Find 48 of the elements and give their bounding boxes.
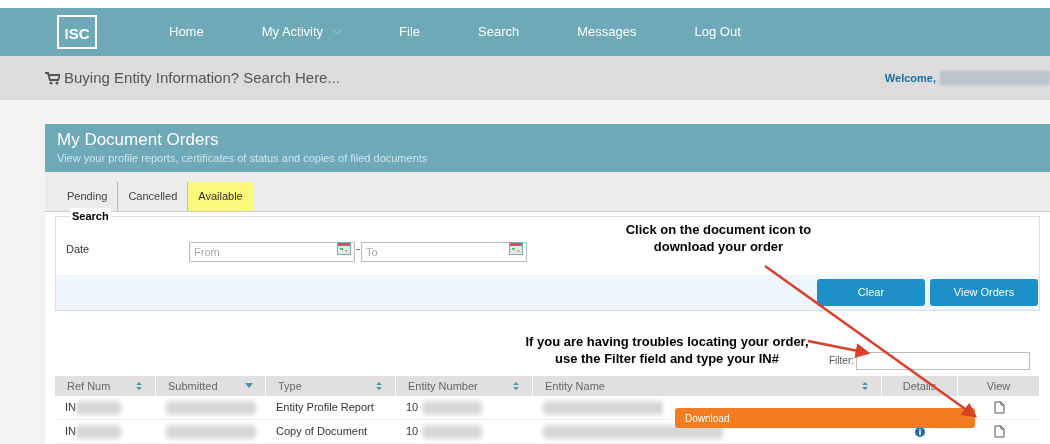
table-cell-text: IN (65, 400, 76, 416)
logo[interactable]: ISC (57, 15, 97, 49)
cart-icon (45, 71, 60, 85)
panel-title: My Document Orders (57, 129, 220, 150)
column-header[interactable]: Type (266, 376, 396, 396)
sort-icon[interactable] (861, 381, 869, 391)
panel-subtitle: View your profile reports, certificates of status and copies of filed documents (57, 151, 429, 166)
tooltip: Download (675, 408, 975, 428)
column-header[interactable]: Entity Name (533, 376, 882, 396)
callout-text: Click on the document icon to download your order (624, 221, 813, 255)
nav-link[interactable]: Search (478, 22, 520, 42)
document-icon[interactable] (993, 425, 1005, 438)
date-label: Date (66, 241, 91, 257)
column-header[interactable]: Submitted (156, 376, 266, 396)
nav-link[interactable]: File (399, 22, 421, 42)
nav-link[interactable]: Home (169, 22, 204, 42)
sort-icon[interactable] (375, 381, 383, 391)
table-cell: Copy of Document (276, 425, 368, 438)
action-button[interactable]: Clear (817, 279, 925, 306)
nav-link[interactable]: Log Out (694, 22, 741, 42)
table-cell: Entity Profile Report (276, 401, 374, 414)
column-header[interactable]: View (958, 376, 1040, 396)
welcome-text: Welcome, (884, 70, 936, 86)
from-date-field[interactable]: From (189, 242, 355, 262)
table-cell-text: 10 (406, 424, 419, 440)
caret-icon[interactable] (245, 383, 253, 389)
calendar-icon[interactable] (337, 242, 351, 255)
entity-search-link[interactable]: Buying Entity Information? Search Here... (64, 66, 340, 90)
column-header[interactable]: Entity Number (396, 376, 533, 396)
action-button[interactable]: View Orders (930, 279, 1038, 306)
redacted-block (422, 424, 483, 439)
table-cell-text: 10 (406, 400, 419, 416)
nav-link[interactable]: My Activity (261, 22, 342, 42)
to-date-field[interactable]: To (361, 242, 527, 262)
tab[interactable]: Available (188, 182, 253, 211)
table-cell-text: IN (65, 424, 76, 440)
redacted-block (76, 424, 121, 439)
document-icon[interactable] (993, 401, 1005, 414)
filter-label: Filter: (829, 354, 854, 368)
filter-field[interactable] (856, 352, 1030, 370)
sort-icon[interactable] (512, 381, 520, 391)
redacted-block (76, 400, 121, 415)
calendar-icon[interactable] (509, 242, 523, 255)
callout-text: If you are having troubles locating your order, use the Filter field and type your IN# (524, 333, 810, 367)
nav-link[interactable]: Messages (577, 22, 637, 42)
sort-icon[interactable] (135, 381, 143, 391)
column-header[interactable]: Ref Num (55, 376, 156, 396)
redacted-block (422, 400, 483, 415)
